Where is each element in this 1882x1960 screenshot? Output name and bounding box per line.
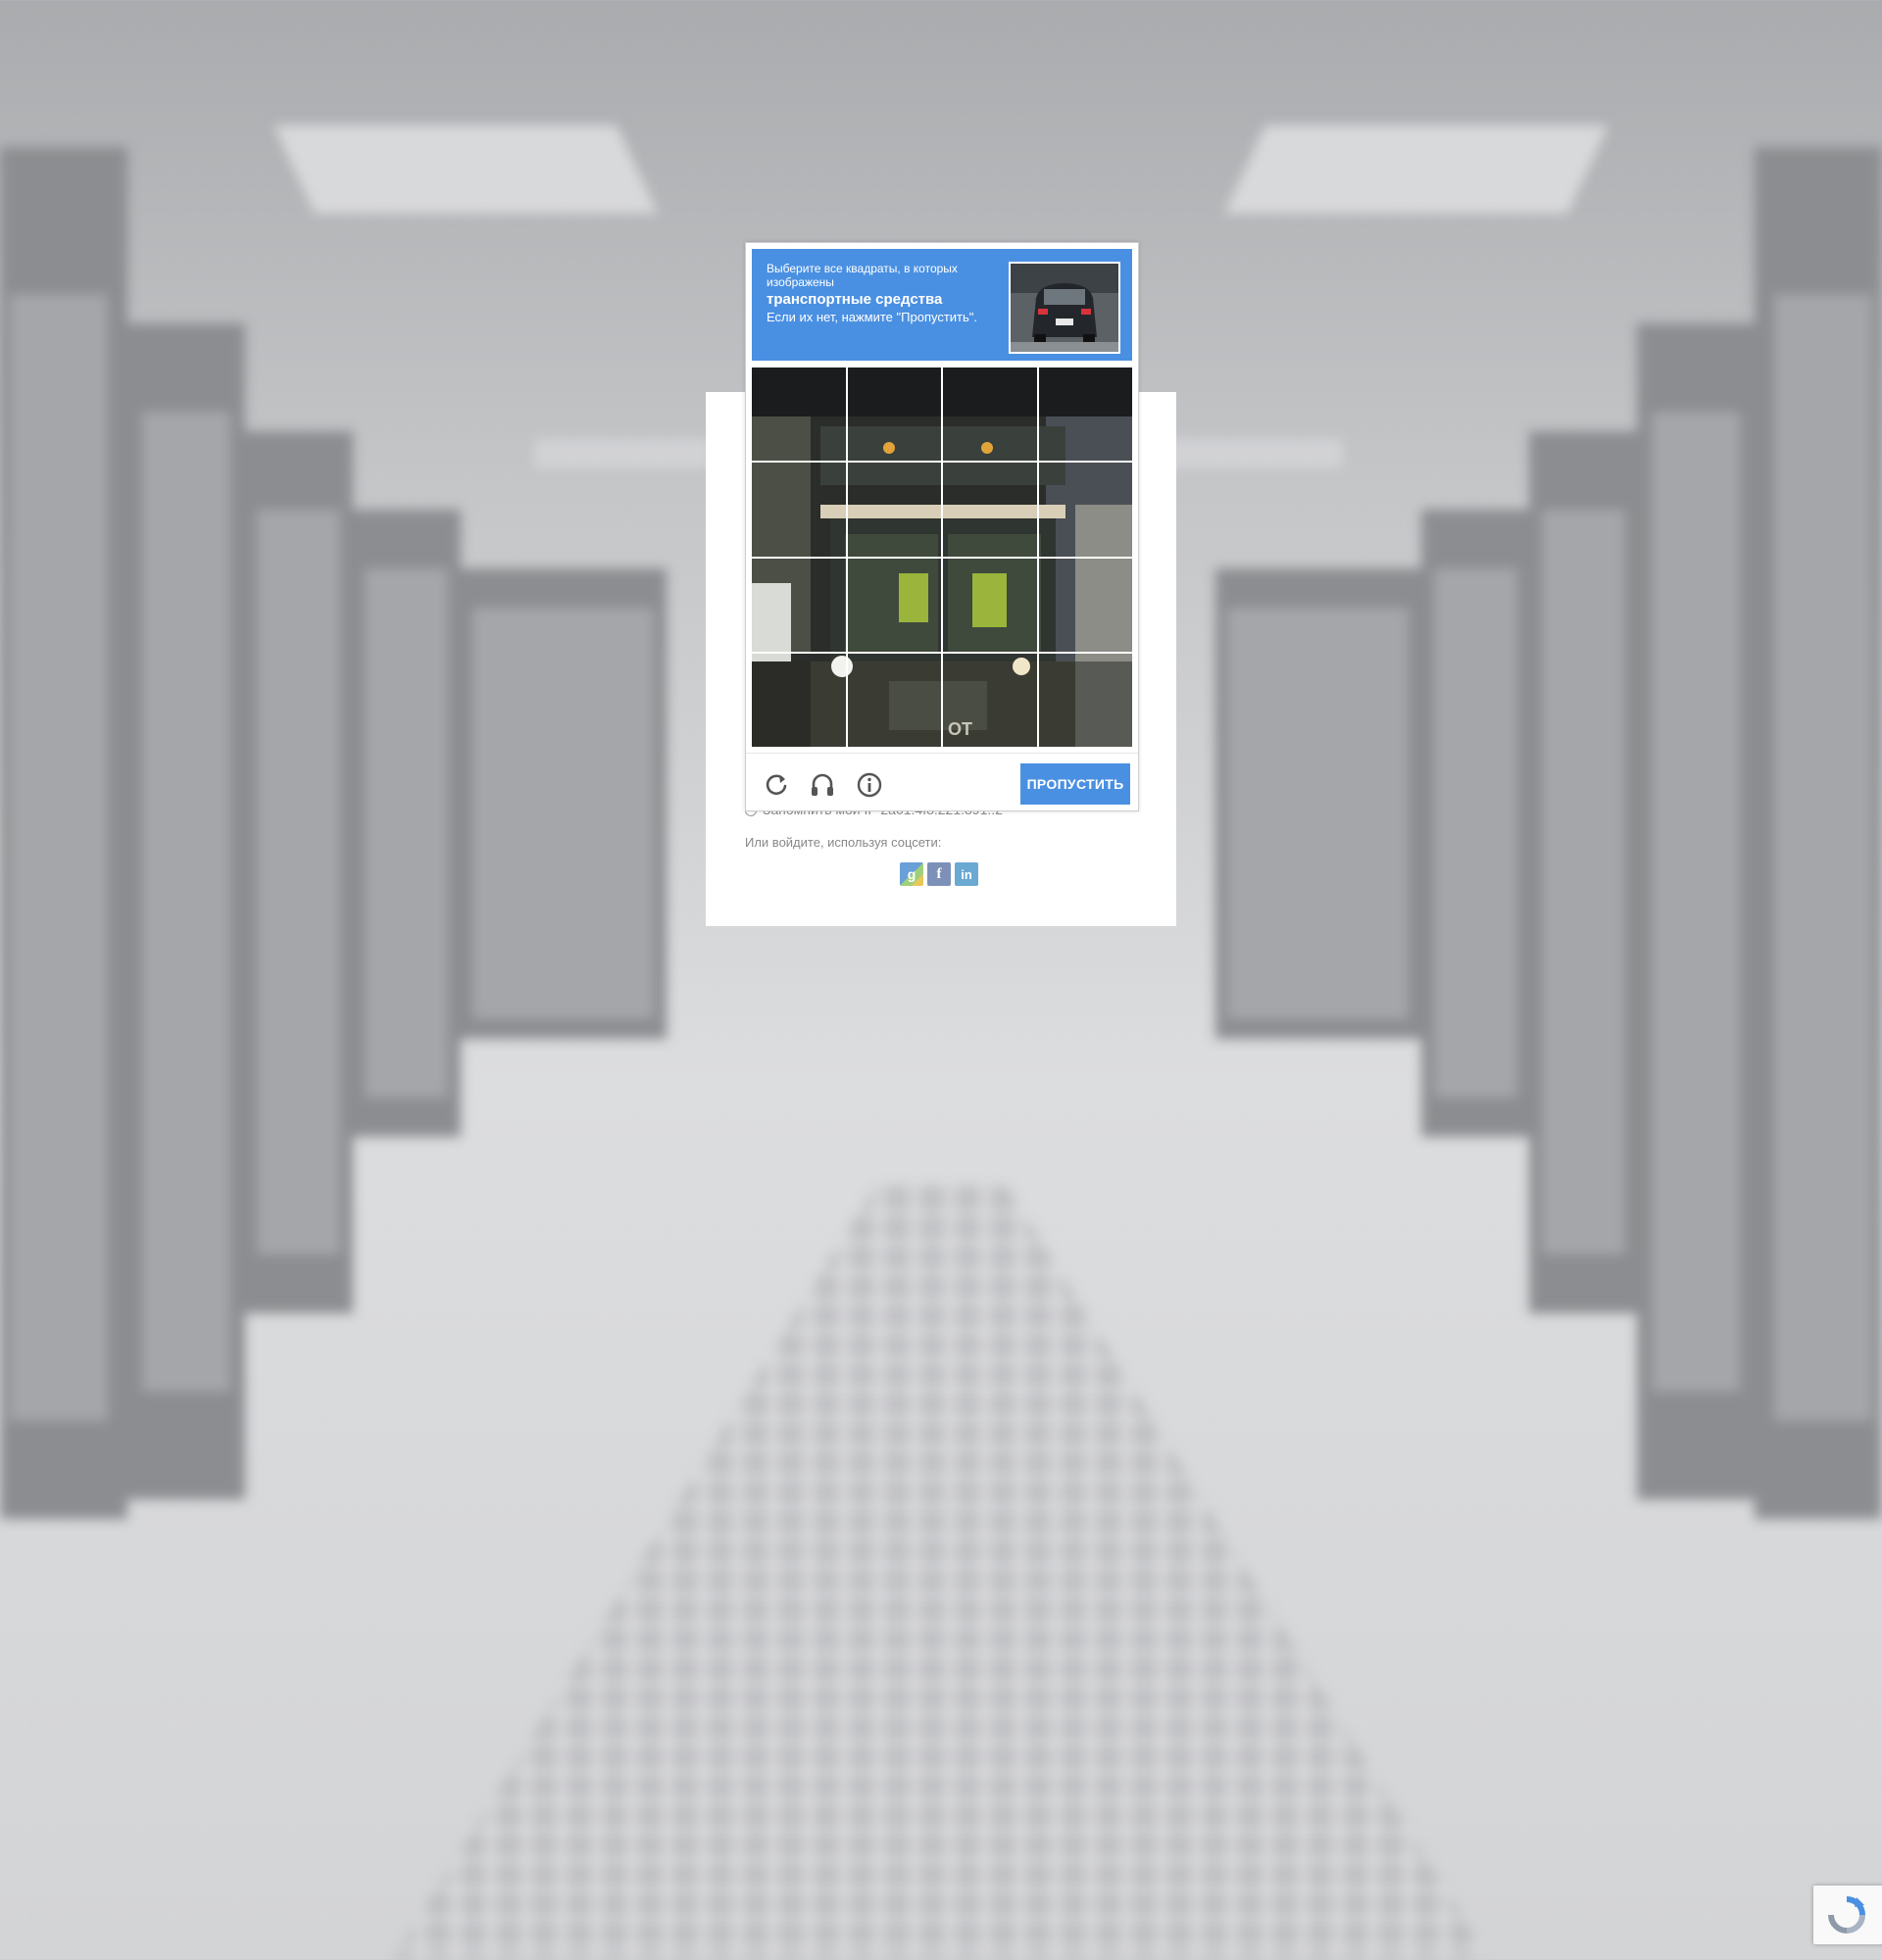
social-login-label: Или войдите, используя соцсети: — [745, 835, 942, 850]
image-tile[interactable]: OT — [752, 463, 846, 557]
instruction-target: транспортные средства — [767, 291, 943, 308]
image-tile[interactable]: OT — [847, 368, 941, 462]
challenge-footer: ПРОПУСТИТЬ — [746, 753, 1138, 811]
image-grid: OTOTOTOTOTOTOTOTOTOTOTOTOTOTOTOT — [752, 368, 1132, 747]
info-icon[interactable] — [856, 771, 883, 799]
image-tile[interactable]: OT — [1038, 463, 1132, 557]
linkedin-login-icon[interactable]: in — [955, 862, 978, 886]
image-tile[interactable]: OT — [847, 463, 941, 557]
svg-text:OT: OT — [948, 719, 972, 739]
image-tile[interactable]: OT — [1038, 653, 1132, 747]
challenge-header: Выберите все квадраты, в которых изображ… — [752, 249, 1132, 361]
reload-icon[interactable] — [763, 771, 790, 799]
instruction-note: Если их нет, нажмите "Пропустить". — [767, 310, 978, 324]
google-login-icon[interactable]: g — [900, 862, 923, 886]
instruction-subtitle: Выберите все квадраты, в которых изображ… — [767, 262, 958, 289]
social-login-row: g f in — [900, 862, 978, 886]
headphones-icon[interactable] — [809, 771, 836, 799]
recaptcha-badge[interactable] — [1813, 1886, 1882, 1944]
image-tile[interactable]: OT — [847, 653, 941, 747]
image-tile[interactable]: OT — [1038, 368, 1132, 462]
image-tile[interactable]: OT — [752, 558, 846, 652]
image-tile[interactable]: OT — [752, 368, 846, 462]
recaptcha-logo-icon — [1828, 1896, 1865, 1934]
image-tile[interactable]: OT — [943, 558, 1037, 652]
image-tile[interactable]: OT — [943, 368, 1037, 462]
recaptcha-challenge: Выберите все квадраты, в которых изображ… — [745, 242, 1139, 811]
image-tile[interactable]: OT — [752, 653, 846, 747]
sample-image — [1009, 262, 1120, 354]
image-tile[interactable]: OT — [847, 558, 941, 652]
facebook-login-icon[interactable]: f — [927, 862, 951, 886]
image-tile[interactable]: OT — [943, 653, 1037, 747]
image-tile[interactable]: OT — [1038, 558, 1132, 652]
image-tile[interactable]: OT — [943, 463, 1037, 557]
skip-button[interactable]: ПРОПУСТИТЬ — [1020, 763, 1130, 805]
